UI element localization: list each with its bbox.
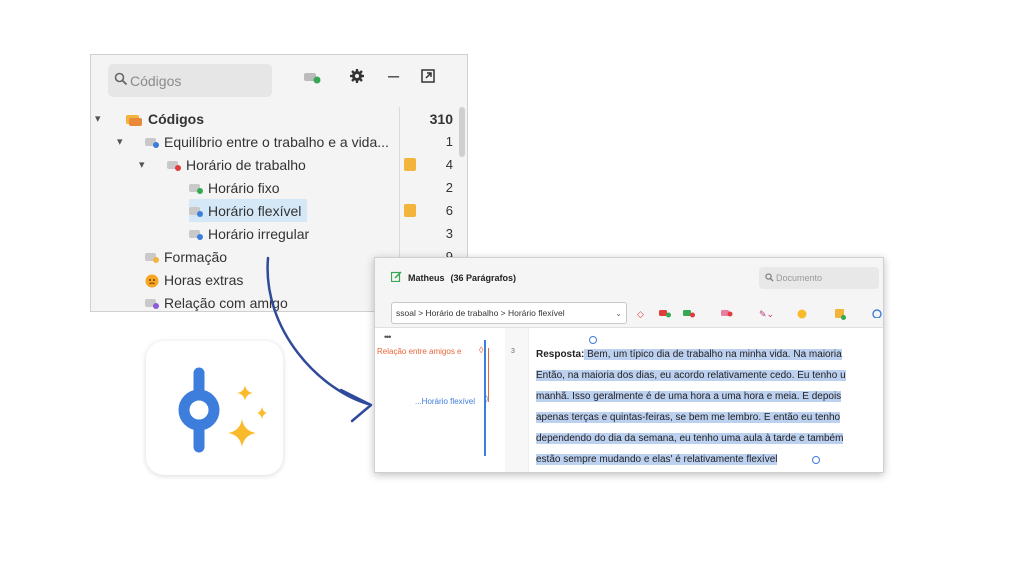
- connector-arrow: [266, 256, 373, 423]
